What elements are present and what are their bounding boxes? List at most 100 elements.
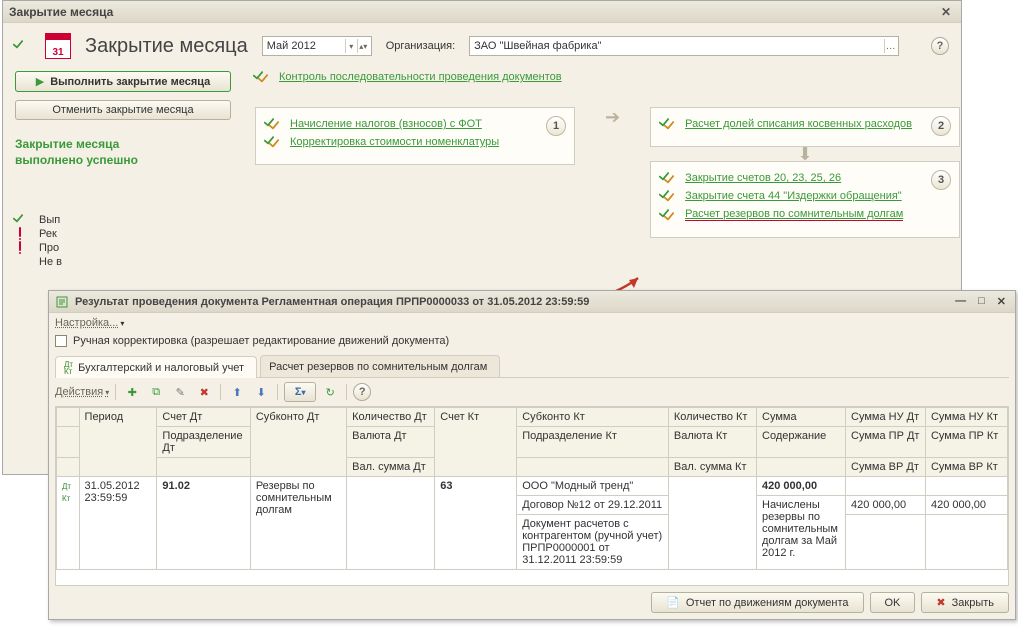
window-body: Настройка...▾ Ручная корректировка (разр… xyxy=(49,313,1015,619)
stage3-link-c[interactable]: Расчет резервов по сомнительным долгам xyxy=(685,208,903,221)
close-button[interactable]: ✖ Закрыть xyxy=(921,592,1009,613)
window-title: Закрытие месяца xyxy=(9,5,113,19)
stage-3: Закрытие счетов 20, 23, 25, 26 Закрытие … xyxy=(650,161,960,238)
col-period[interactable]: Период xyxy=(79,408,157,477)
cancel-close-button[interactable]: Отменить закрытие месяца xyxy=(15,100,231,120)
cell-sub-kt-1: ООО "Модный тренд" xyxy=(517,477,669,496)
maximize-icon[interactable]: □ xyxy=(975,295,988,308)
sum-button[interactable]: Σ▾ xyxy=(284,382,316,402)
tab-reserves[interactable]: Расчет резервов по сомнительным долгам xyxy=(260,355,500,377)
delete-icon[interactable]: ✖ xyxy=(194,382,214,402)
stage-number: 3 xyxy=(931,170,951,190)
stage3-link-b[interactable]: Закрытие счета 44 "Издержки обращения" xyxy=(685,190,902,202)
help-icon[interactable]: ? xyxy=(353,383,371,401)
stage-1: Начисление налогов (взносов) с ФОТ Корре… xyxy=(255,107,575,165)
actions-menu[interactable]: Действия▾ xyxy=(55,386,109,398)
col-blank xyxy=(57,408,80,427)
control-sequence-link[interactable]: Контроль последовательности проведения д… xyxy=(279,71,562,83)
ellipsis-icon[interactable]: … xyxy=(884,39,896,53)
check-icon xyxy=(661,190,677,202)
col-currency-dt[interactable]: Валюта Дт xyxy=(347,427,435,458)
tab-accounting[interactable]: ДтКт Бухгалтерский и налоговый учет xyxy=(55,356,257,378)
col-acct-dt[interactable]: Счет Дт xyxy=(157,408,250,427)
legend-list: Вып Рек Про Не в xyxy=(15,214,241,268)
chevron-down-icon[interactable]: ▾ xyxy=(345,39,357,53)
title-bar[interactable]: Результат проведения документа Регламент… xyxy=(49,291,1015,313)
move-down-icon[interactable]: ⬇ xyxy=(251,382,271,402)
cell-acct-dt: 91.02 xyxy=(157,477,250,570)
cell-desc: Начислены резервы по сомнительным долгам… xyxy=(757,496,846,570)
add-copy-icon[interactable]: ⧉ xyxy=(146,382,166,402)
minimize-icon[interactable]: — xyxy=(952,295,969,308)
report-button[interactable]: 📄 Отчет по движениям документа xyxy=(651,592,863,613)
edit-icon[interactable]: ✎ xyxy=(170,382,190,402)
check-icon xyxy=(661,172,677,184)
col-acct-kt[interactable]: Счет Кт xyxy=(435,408,517,477)
org-label: Организация: xyxy=(386,40,455,52)
cell-qty-kt xyxy=(668,477,756,570)
close-icon[interactable]: ✕ xyxy=(994,295,1009,308)
check-icon xyxy=(15,214,31,226)
tab-bar: ДтКт Бухгалтерский и налоговый учет Расч… xyxy=(55,355,1009,378)
col-cursum-dt[interactable]: Вал. сумма Дт xyxy=(347,458,435,477)
stage3-link-a[interactable]: Закрытие счетов 20, 23, 25, 26 xyxy=(685,172,841,184)
cell-nu-kt-val: 420 000,00 xyxy=(925,496,1007,515)
chevron-down-icon[interactable]: ▾ xyxy=(120,319,124,328)
stage-2: Расчет долей списания косвенных расходов… xyxy=(650,107,960,147)
refresh-icon[interactable]: ↻ xyxy=(320,382,340,402)
settings-link[interactable]: Настройка... xyxy=(55,317,118,329)
col-qty-dt[interactable]: Количество Дт xyxy=(347,408,435,427)
move-up-icon[interactable]: ⬆ xyxy=(227,382,247,402)
accounting-table: Период Счет Дт Субконто Дт Количество Дт… xyxy=(56,407,1008,570)
title-bar[interactable]: Закрытие месяца ✕ xyxy=(3,1,961,23)
run-close-button[interactable]: ▶ Выполнить закрытие месяца xyxy=(15,71,231,92)
cell-empty xyxy=(846,515,926,570)
window-result: Результат проведения документа Регламент… xyxy=(48,290,1016,620)
arrow-right-icon: ➔ xyxy=(605,107,620,128)
add-icon[interactable]: ✚ xyxy=(122,382,142,402)
cell-sub-kt-2: Договор №12 от 29.12.2011 xyxy=(517,496,669,515)
col-pr-kt[interactable]: Сумма ПР Кт xyxy=(925,427,1007,458)
col-division-dt[interactable]: Подразделение Дт xyxy=(157,427,250,458)
stepper-icon[interactable]: ▴▾ xyxy=(357,39,369,53)
col-nu-kt[interactable]: Сумма НУ Кт xyxy=(925,408,1007,427)
col-sum[interactable]: Сумма xyxy=(757,408,846,427)
cell-acct-kt: 63 xyxy=(435,477,517,570)
check-icon xyxy=(266,136,282,148)
warning-icon xyxy=(15,228,31,240)
stage2-link-a[interactable]: Расчет долей списания косвенных расходов xyxy=(685,118,912,130)
manual-edit-label: Ручная корректировка (разрешает редактир… xyxy=(73,335,449,347)
col-pr-dt[interactable]: Сумма ПР Дт xyxy=(846,427,926,458)
table-row[interactable]: ДтКт 31.05.201223:59:59 91.02 Резервы по… xyxy=(57,477,1008,496)
page-title: Закрытие месяца xyxy=(85,35,248,58)
col-currency-kt[interactable]: Валюта Кт xyxy=(668,427,756,458)
grid[interactable]: Период Счет Дт Субконто Дт Количество Дт… xyxy=(55,406,1009,586)
stage1-link-a[interactable]: Начисление налогов (взносов) с ФОТ xyxy=(290,118,482,130)
col-vr-kt[interactable]: Сумма ВР Кт xyxy=(925,458,1007,477)
flow-area: Контроль последовательности проведения д… xyxy=(255,71,949,238)
period-combo[interactable]: Май 2012 ▾ ▴▾ xyxy=(262,36,372,56)
col-sub-kt[interactable]: Субконто Кт xyxy=(517,408,669,427)
cell-nu-kt xyxy=(925,477,1007,496)
help-icon[interactable]: ? xyxy=(931,37,949,55)
col-qty-kt[interactable]: Количество Кт xyxy=(668,408,756,427)
check-icon xyxy=(661,118,677,130)
col-nu-dt[interactable]: Сумма НУ Дт xyxy=(846,408,926,427)
ok-button[interactable]: OK xyxy=(870,592,916,613)
arrow-down-icon: ⬇ xyxy=(650,149,960,159)
close-icon[interactable]: ✕ xyxy=(937,5,955,19)
col-vr-dt[interactable]: Сумма ВР Дт xyxy=(846,458,926,477)
toolbar: Действия▾ ✚ ⧉ ✎ ✖ ⬆ ⬇ Σ▾ ↻ ? xyxy=(55,378,1009,406)
check-icon xyxy=(15,40,31,52)
stage1-link-b[interactable]: Корректировка стоимости номенклатуры xyxy=(290,136,499,148)
col-sub-dt[interactable]: Субконто Дт xyxy=(250,408,346,477)
cell-nu-dt xyxy=(846,477,926,496)
col-cursum-kt[interactable]: Вал. сумма Кт xyxy=(668,458,756,477)
org-combo[interactable]: ЗАО "Швейная фабрика" … xyxy=(469,36,899,56)
manual-edit-checkbox[interactable] xyxy=(55,335,67,347)
col-division-kt[interactable]: Подразделение Кт xyxy=(517,427,669,458)
col-desc[interactable]: Содержание xyxy=(757,427,846,458)
legend-item: Рек xyxy=(39,228,57,240)
status-text: Закрытие месяца выполнено успешно xyxy=(15,136,241,168)
document-icon xyxy=(55,295,69,309)
